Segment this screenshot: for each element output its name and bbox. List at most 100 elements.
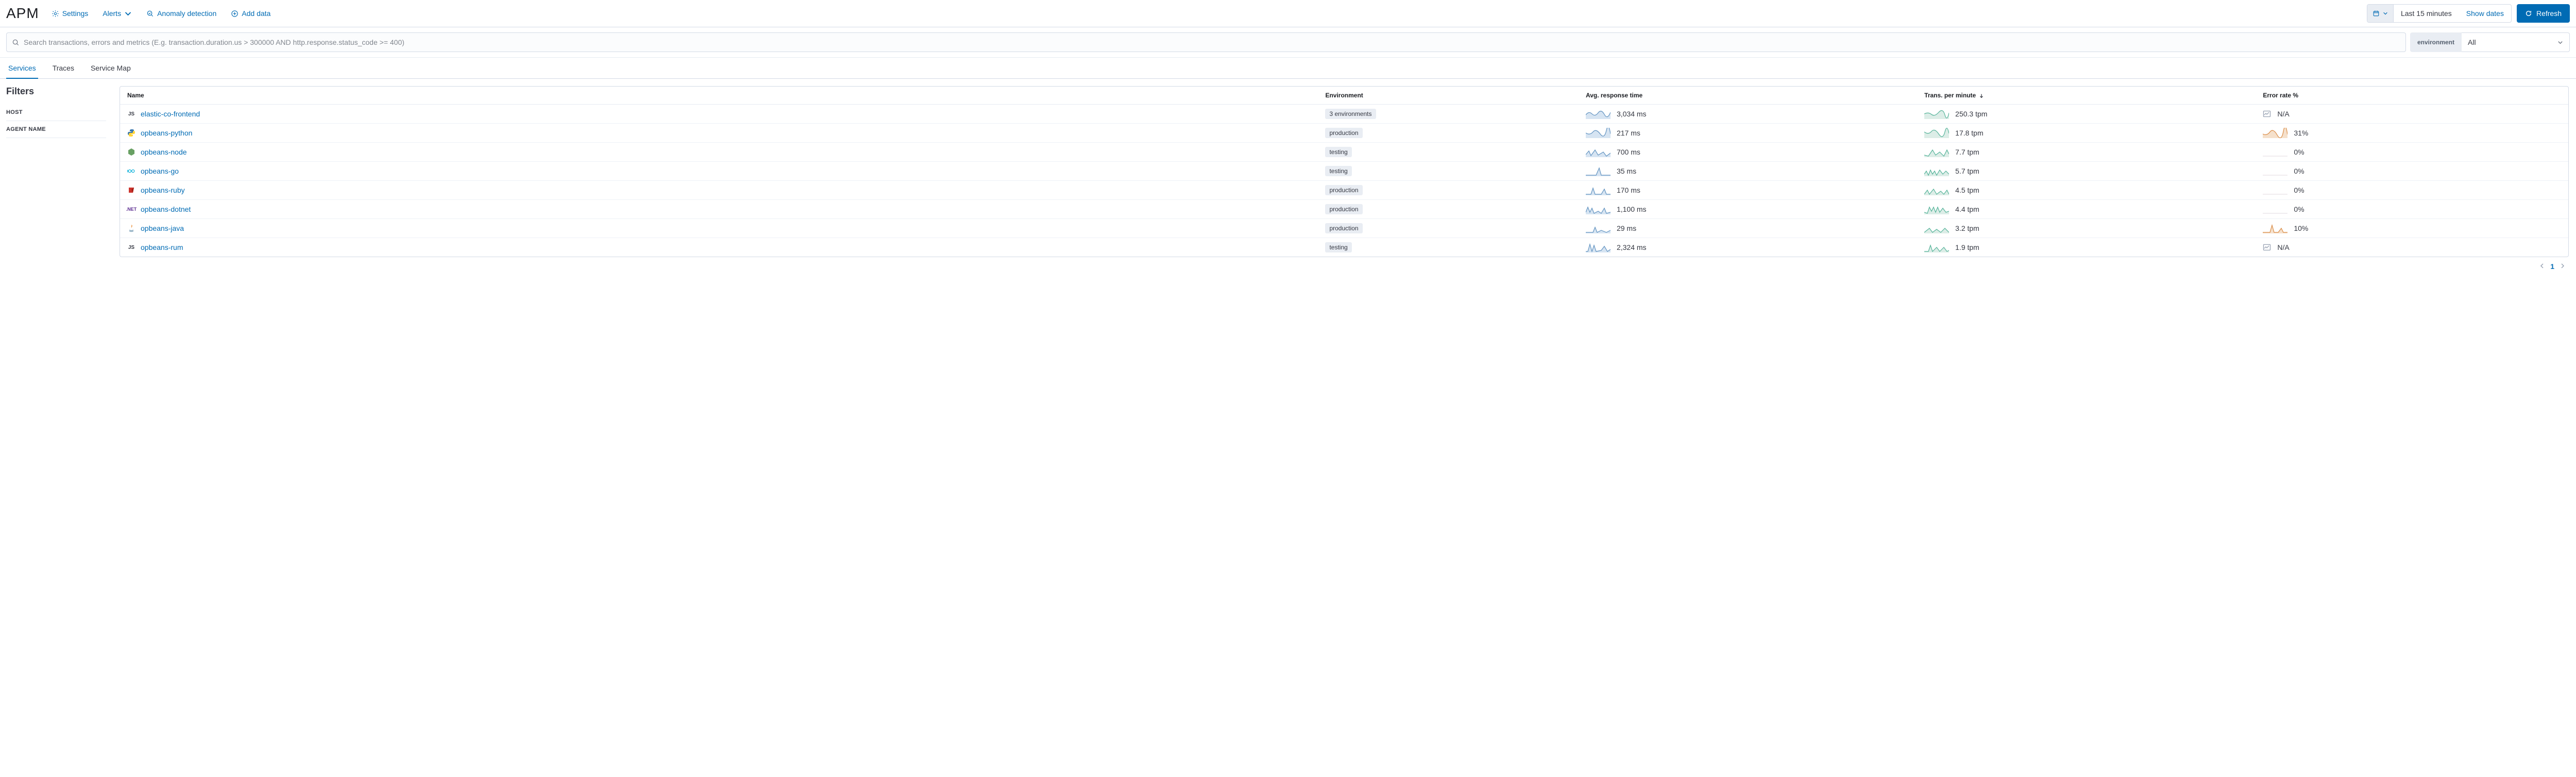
topbar: APM Settings Alerts Anomaly detection Ad… xyxy=(0,0,2576,27)
chevron-down-icon xyxy=(2557,40,2563,45)
table-row: opbeans-python production 217 ms 17.8 tp… xyxy=(120,124,2568,143)
response-sparkline xyxy=(1586,242,1611,252)
env-badge: production xyxy=(1325,204,1362,214)
env-badge: testing xyxy=(1325,166,1351,176)
datepicker-range[interactable]: Last 15 minutes xyxy=(2394,9,2459,18)
datepicker-quickselect[interactable] xyxy=(2367,5,2394,22)
throughput-sparkline xyxy=(1924,204,1949,214)
node-agent-icon xyxy=(127,148,135,156)
throughput-sparkline xyxy=(1924,128,1949,138)
tpm-value: 4.5 tpm xyxy=(1955,186,1979,194)
service-link[interactable]: opbeans-ruby xyxy=(141,186,185,194)
filter-host[interactable]: HOST xyxy=(6,104,106,121)
environment-select[interactable]: All xyxy=(2462,32,2570,52)
service-link[interactable]: opbeans-java xyxy=(141,224,184,232)
error-rate-value: 0% xyxy=(2294,167,2304,175)
alerts-link[interactable]: Alerts xyxy=(103,9,132,18)
error-sparkline xyxy=(2263,223,2287,233)
service-link[interactable]: opbeans-go xyxy=(141,167,179,175)
avg-response-value: 700 ms xyxy=(1617,148,1640,156)
date-picker: Last 15 minutes Show dates xyxy=(2367,4,2512,23)
response-sparkline xyxy=(1586,109,1611,119)
error-rate-value: 0% xyxy=(2294,205,2304,213)
throughput-sparkline xyxy=(1924,185,1949,195)
service-link[interactable]: opbeans-dotnet xyxy=(141,205,191,213)
service-link[interactable]: opbeans-rum xyxy=(141,243,183,251)
col-environment[interactable]: Environment xyxy=(1318,87,1579,105)
services-table: Name Environment Avg. response time Tran… xyxy=(120,87,2568,257)
chevron-down-icon xyxy=(2383,11,2388,16)
service-link[interactable]: opbeans-node xyxy=(141,148,187,156)
response-sparkline xyxy=(1586,128,1611,138)
throughput-sparkline xyxy=(1924,109,1949,119)
anomaly-label: Anomaly detection xyxy=(157,9,216,18)
pager-prev[interactable] xyxy=(2539,262,2545,271)
js-agent-icon: JS xyxy=(127,110,135,118)
search-input[interactable] xyxy=(24,38,2400,46)
refresh-button[interactable]: Refresh xyxy=(2517,4,2570,23)
search-input-wrap[interactable] xyxy=(6,32,2406,52)
service-link[interactable]: opbeans-python xyxy=(141,129,192,137)
env-badge: production xyxy=(1325,223,1362,233)
tpm-value: 4.4 tpm xyxy=(1955,205,1979,213)
pager-next[interactable] xyxy=(2560,262,2566,271)
search-icon xyxy=(12,39,20,46)
response-sparkline xyxy=(1586,166,1611,176)
calendar-icon xyxy=(2372,10,2380,17)
response-sparkline xyxy=(1586,185,1611,195)
refresh-label: Refresh xyxy=(2536,9,2562,18)
add-data-label: Add data xyxy=(242,9,270,18)
pager-current[interactable]: 1 xyxy=(2550,262,2554,271)
error-rate-value: 0% xyxy=(2294,148,2304,156)
filter-agent-name[interactable]: AGENT NAME xyxy=(6,121,106,138)
error-rate-value: 31% xyxy=(2294,129,2308,137)
error-sparkline xyxy=(2263,185,2287,195)
error-sparkline xyxy=(2263,166,2287,176)
tpm-value: 7.7 tpm xyxy=(1955,148,1979,156)
col-avg-response[interactable]: Avg. response time xyxy=(1579,87,1917,105)
chevron-left-icon xyxy=(2539,263,2545,269)
gear-icon xyxy=(52,10,59,18)
header-nav: Settings Alerts Anomaly detection Add da… xyxy=(52,9,271,18)
tpm-value: 17.8 tpm xyxy=(1955,129,1983,137)
tab-traces[interactable]: Traces xyxy=(50,58,76,78)
add-data-link[interactable]: Add data xyxy=(231,9,270,18)
show-dates-link[interactable]: Show dates xyxy=(2459,9,2511,18)
service-link[interactable]: elastic-co-frontend xyxy=(141,110,200,118)
filters-sidebar: Filters HOST AGENT NAME xyxy=(0,79,112,279)
settings-link[interactable]: Settings xyxy=(52,9,89,18)
col-name[interactable]: Name xyxy=(120,87,1318,105)
tpm-value: 3.2 tpm xyxy=(1955,224,1979,232)
env-badge: testing xyxy=(1325,147,1351,157)
tab-services[interactable]: Services xyxy=(6,58,38,78)
error-rate-value: N/A xyxy=(2277,243,2289,251)
js-agent-icon: JS xyxy=(127,243,135,251)
response-sparkline xyxy=(1586,147,1611,157)
environment-label: environment xyxy=(2410,32,2462,52)
chevron-down-icon xyxy=(124,10,132,18)
col-error-rate[interactable]: Error rate % xyxy=(2256,87,2568,105)
pagination: 1 xyxy=(120,257,2569,272)
error-rate-value: N/A xyxy=(2277,110,2289,118)
anomaly-link[interactable]: Anomaly detection xyxy=(146,9,216,18)
dotnet-agent-icon: .NET xyxy=(127,205,135,213)
avg-response-value: 1,100 ms xyxy=(1617,205,1647,213)
error-sparkline xyxy=(2263,128,2287,138)
na-chart-icon xyxy=(2263,243,2271,251)
table-row: JSelastic-co-frontend 3 environments 3,0… xyxy=(120,105,2568,124)
services-table-panel: Name Environment Avg. response time Tran… xyxy=(120,86,2569,257)
refresh-icon xyxy=(2525,10,2532,17)
env-badge: testing xyxy=(1325,242,1351,252)
table-row: JS opbeans-rum testing 2,324 ms 1.9 tpm N… xyxy=(120,238,2568,257)
table-row: opbeans-node testing 700 ms 7.7 tpm 0% xyxy=(120,143,2568,162)
avg-response-value: 2,324 ms xyxy=(1617,243,1647,251)
environment-value: All xyxy=(2468,38,2476,46)
search-row: environment All xyxy=(0,27,2576,58)
col-tpm[interactable]: Trans. per minute xyxy=(1917,87,2256,105)
throughput-sparkline xyxy=(1924,242,1949,252)
table-row: opbeans-go testing 35 ms 5.7 tpm 0% xyxy=(120,162,2568,181)
tab-service-map[interactable]: Service Map xyxy=(89,58,133,78)
tpm-value: 5.7 tpm xyxy=(1955,167,1979,175)
avg-response-value: 217 ms xyxy=(1617,129,1640,137)
tpm-value: 1.9 tpm xyxy=(1955,243,1979,251)
